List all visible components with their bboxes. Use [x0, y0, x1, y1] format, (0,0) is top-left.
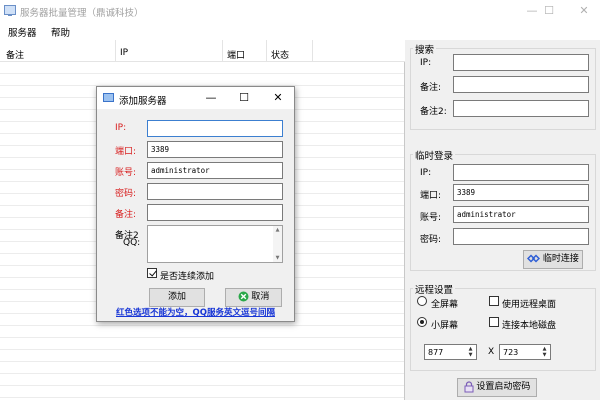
column-header-note[interactable]: 备注: [6, 48, 24, 61]
column-header-port[interactable]: 端口: [227, 48, 245, 61]
dialog-account-input[interactable]: administrator: [147, 162, 283, 179]
dialog-note-input[interactable]: [147, 204, 283, 221]
temp-connect-label: 临时连接: [542, 254, 579, 264]
dialog-account-label: 账号:: [115, 168, 137, 178]
add-button[interactable]: 添加: [149, 288, 205, 307]
add-server-dialog: 添加服务器 — ☐ ✕ IP: 端口: 3389 账号: administrat…: [96, 86, 295, 322]
continuous-add-label[interactable]: 是否连续添加: [160, 269, 214, 282]
temp-login-ip-input[interactable]: [453, 164, 589, 181]
temp-connect-button[interactable]: 临时连接: [523, 250, 583, 269]
dialog-maximize-button[interactable]: ☐: [234, 90, 254, 106]
temp-login-password-label: 密码:: [420, 235, 442, 245]
fullscreen-radio[interactable]: [417, 296, 427, 306]
temp-login-password-input[interactable]: [453, 228, 589, 245]
dialog-qq-label: QQ:: [123, 238, 141, 248]
window-title: 服务器批量管理（鼎诚科技）: [20, 8, 144, 19]
dialog-ip-label: IP:: [115, 123, 127, 133]
dialog-port-input[interactable]: 3389: [147, 141, 283, 158]
screen-height-stepper[interactable]: 723 ▲ ▼: [499, 344, 551, 360]
cancel-icon: [238, 291, 249, 302]
screen-width-stepper[interactable]: 877 ▲ ▼: [424, 344, 477, 360]
connect-local-disk-checkbox[interactable]: [489, 317, 499, 327]
connect-local-disk-label[interactable]: 连接本地磁盘: [502, 318, 556, 331]
use-remote-desktop-label[interactable]: 使用远程桌面: [502, 297, 556, 310]
temp-login-ip-label: IP:: [420, 168, 432, 178]
spin-arrows[interactable]: ▲ ▼: [466, 346, 475, 358]
dialog-title: 添加服务器: [119, 96, 167, 107]
continuous-add-checkbox[interactable]: [147, 268, 157, 278]
search-note2-label: 备注2:: [420, 107, 447, 117]
menu-bar: 服务器 帮助: [0, 22, 600, 40]
column-separator[interactable]: [312, 40, 313, 62]
maximize-button[interactable]: ☐: [536, 2, 562, 20]
cancel-label: 取消: [251, 292, 270, 302]
cancel-button[interactable]: 取消: [225, 288, 282, 307]
column-separator[interactable]: [115, 40, 116, 62]
temp-login-account-input[interactable]: administrator: [453, 206, 589, 223]
screen-width-value: 877: [428, 348, 444, 357]
dimension-x-label: X: [488, 347, 495, 357]
search-ip-label: IP:: [420, 58, 432, 68]
set-startup-password-label: 设置启动密码: [476, 382, 531, 392]
search-note-label: 备注:: [420, 83, 442, 93]
monitor-icon: [4, 5, 16, 16]
spin-arrows[interactable]: ▲ ▼: [540, 346, 549, 358]
column-header-status[interactable]: 状态: [271, 48, 289, 61]
window-titlebar: 服务器批量管理（鼎诚科技） — ☐ ✕: [0, 0, 600, 22]
menu-item-server[interactable]: 服务器: [8, 25, 37, 39]
required-fields-hint[interactable]: 红色选项不能为空，QQ服务英文逗号间隔: [97, 306, 294, 318]
temp-login-group-title: 临时登录: [413, 148, 456, 162]
smallscreen-radio[interactable]: [417, 317, 427, 327]
dialog-titlebar[interactable]: 添加服务器 — ☐ ✕: [97, 87, 294, 109]
screen-height-value: 723: [503, 348, 519, 357]
dialog-minimize-button[interactable]: —: [201, 90, 221, 106]
lock-icon: [464, 380, 474, 392]
column-header-ip[interactable]: IP: [120, 48, 128, 58]
search-note2-input[interactable]: [453, 100, 589, 117]
dialog-note-label: 备注:: [115, 210, 137, 220]
column-separator[interactable]: [266, 40, 267, 62]
dialog-port-label: 端口:: [115, 147, 137, 157]
dialog-close-button[interactable]: ✕: [268, 90, 288, 106]
column-separator[interactable]: [222, 40, 223, 62]
dialog-note2-textarea[interactable]: ▲ ▼: [147, 225, 283, 263]
temp-login-port-input[interactable]: 3389: [453, 184, 589, 201]
smallscreen-label[interactable]: 小屏幕: [431, 318, 458, 331]
link-icon: [527, 254, 541, 263]
monitor-icon: [103, 93, 114, 102]
dialog-ip-input[interactable]: [147, 120, 283, 137]
temp-login-account-label: 账号:: [420, 213, 442, 223]
fullscreen-label[interactable]: 全屏幕: [431, 297, 458, 310]
search-note-input[interactable]: [453, 76, 589, 93]
dialog-password-label: 密码:: [115, 189, 137, 199]
textarea-scrollbar[interactable]: ▲ ▼: [273, 226, 282, 262]
search-ip-input[interactable]: [453, 54, 589, 71]
temp-login-port-label: 端口:: [420, 191, 442, 201]
search-group-title: 搜索: [413, 42, 437, 56]
remote-settings-group-title: 远程设置: [413, 282, 456, 296]
dialog-password-input[interactable]: [147, 183, 283, 200]
list-header: 备注 IP 端口 状态: [0, 40, 405, 62]
menu-item-help[interactable]: 帮助: [51, 25, 70, 39]
scroll-up-icon[interactable]: ▲: [273, 227, 282, 233]
use-remote-desktop-checkbox[interactable]: [489, 296, 499, 306]
scroll-down-icon[interactable]: ▼: [273, 255, 282, 261]
set-startup-password-button[interactable]: 设置启动密码: [457, 378, 537, 397]
spin-down-icon[interactable]: ▼: [540, 352, 549, 358]
close-button[interactable]: ✕: [571, 2, 597, 20]
spin-down-icon[interactable]: ▼: [466, 352, 475, 358]
